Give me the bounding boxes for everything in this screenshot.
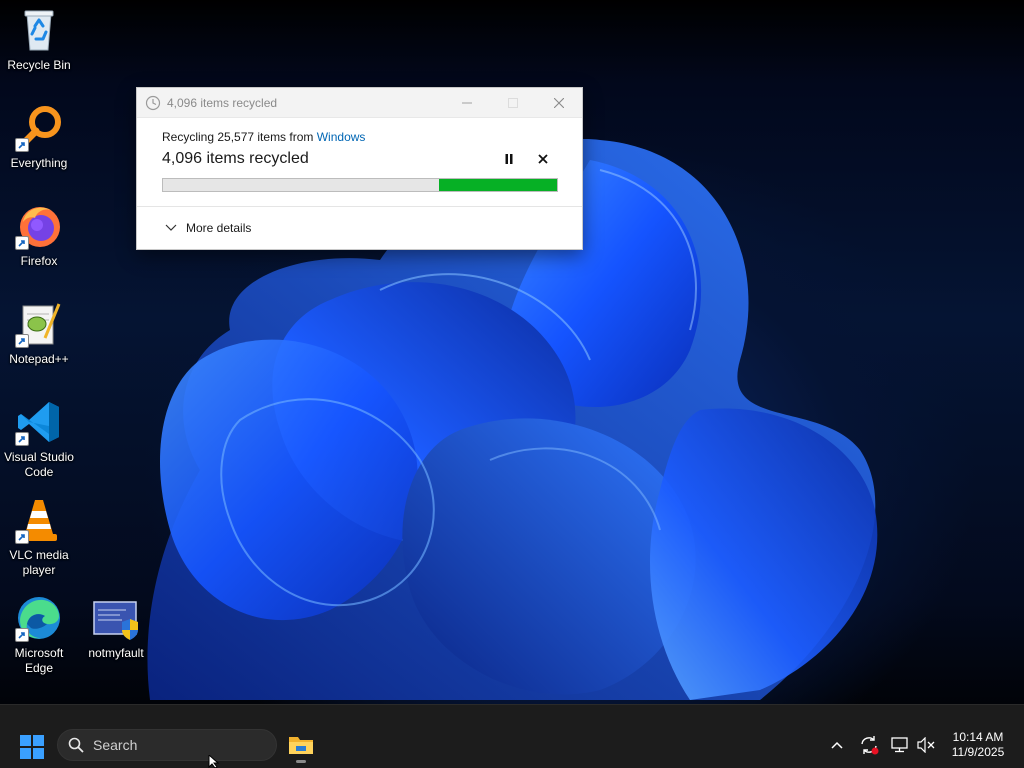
minimize-icon [462, 102, 472, 103]
desktop-icon-vscode[interactable]: Visual Studio Code [1, 398, 77, 480]
shortcut-arrow-icon [15, 628, 29, 642]
shortcut-arrow-icon [15, 138, 29, 152]
windows-logo-icon [20, 735, 44, 759]
progress-bar [162, 178, 558, 192]
desktop-icon-label: Recycle Bin [7, 58, 71, 72]
edge-icon [15, 594, 63, 642]
desktop-icon-label: Microsoft Edge [14, 646, 64, 675]
taskbar-file-explorer[interactable] [284, 727, 318, 763]
progress-status-text: 4,096 items recycled [162, 150, 309, 167]
desktop-icon-firefox[interactable]: Firefox [1, 202, 77, 269]
dialog-title: 4,096 items recycled [167, 95, 278, 110]
recycling-from-text: Recycling 25,577 items from Windows [162, 130, 557, 144]
shortcut-arrow-icon [15, 530, 29, 544]
more-details-toggle[interactable]: More details [165, 221, 251, 235]
network-icon [891, 737, 908, 753]
desktop-icon-label: Visual Studio Code [4, 450, 74, 479]
desktop-icon-notepad-plus-plus[interactable]: Notepad++ [1, 300, 77, 367]
desktop-icon-label: notmyfault [88, 646, 144, 660]
search-placeholder: Search [93, 737, 138, 753]
running-indicator [296, 760, 306, 763]
maximize-button [490, 88, 536, 118]
desktop-icon-notmyfault[interactable]: notmyfault [78, 600, 154, 661]
desktop-icon-edge[interactable]: Microsoft Edge [1, 594, 77, 676]
clock-date: 11/9/2025 [951, 745, 1005, 759]
pause-icon [505, 154, 513, 164]
taskbar: Search 10:14 AM 11/9/2025 [0, 704, 1024, 768]
firefox-icon [15, 202, 63, 250]
sync-alert-icon [861, 736, 879, 755]
mouse-pointer-icon [208, 755, 220, 768]
minimize-button[interactable] [444, 88, 490, 118]
chevron-up-icon [831, 741, 843, 749]
start-button[interactable] [14, 729, 50, 765]
show-hidden-icons-button[interactable] [825, 733, 849, 757]
maximize-icon [508, 97, 518, 108]
notmyfault-icon [92, 600, 140, 642]
recycle-progress-dialog: 4,096 items recycled Recycling 25,577 it… [136, 87, 583, 250]
search-icon [68, 737, 84, 753]
cancel-operation-button[interactable] [529, 148, 557, 170]
desktop-icon-label: Firefox [20, 254, 58, 268]
taskbar-search-box[interactable]: Search [57, 729, 277, 761]
tray-network[interactable] [888, 733, 912, 757]
vscode-icon [15, 398, 63, 446]
desktop-icon-label: Everything [10, 156, 68, 170]
tray-sync-status[interactable] [857, 733, 881, 757]
pause-button[interactable] [495, 148, 523, 170]
recycling-count-text: Recycling 25,577 items from [162, 130, 317, 144]
desktop-icon-vlc[interactable]: VLC media player [1, 496, 77, 578]
desktop-icon-label: VLC media player [9, 548, 69, 577]
everything-search-icon [15, 104, 63, 152]
source-folder-link[interactable]: Windows [317, 130, 366, 144]
close-icon [554, 97, 564, 108]
more-details-label: More details [186, 221, 252, 235]
dialog-titlebar[interactable]: 4,096 items recycled [137, 88, 582, 118]
chevron-down-icon [165, 224, 177, 231]
vlc-icon [15, 496, 63, 544]
desktop: Recycle Bin Everything Firefox Notepad++… [0, 0, 1024, 704]
close-window-button[interactable] [536, 88, 582, 118]
desktop-icon-recycle-bin[interactable]: Recycle Bin [1, 6, 77, 73]
shortcut-arrow-icon [15, 432, 29, 446]
divider [137, 206, 582, 207]
tray-volume[interactable] [914, 733, 938, 757]
desktop-icon-label: Notepad++ [9, 352, 69, 366]
shortcut-arrow-icon [15, 334, 29, 348]
cancel-icon [538, 154, 548, 164]
volume-muted-icon [917, 737, 935, 753]
clock-icon [145, 95, 161, 110]
progress-bar-fill [438, 179, 557, 191]
file-explorer-icon [289, 737, 313, 754]
taskbar-clock[interactable]: 10:14 AM 11/9/2025 [940, 730, 1016, 760]
notepad-plus-plus-icon [15, 300, 63, 348]
shortcut-arrow-icon [15, 236, 29, 250]
desktop-icon-everything[interactable]: Everything [1, 104, 77, 171]
recycle-bin-icon [15, 6, 63, 54]
clock-time: 10:14 AM [952, 730, 1004, 744]
